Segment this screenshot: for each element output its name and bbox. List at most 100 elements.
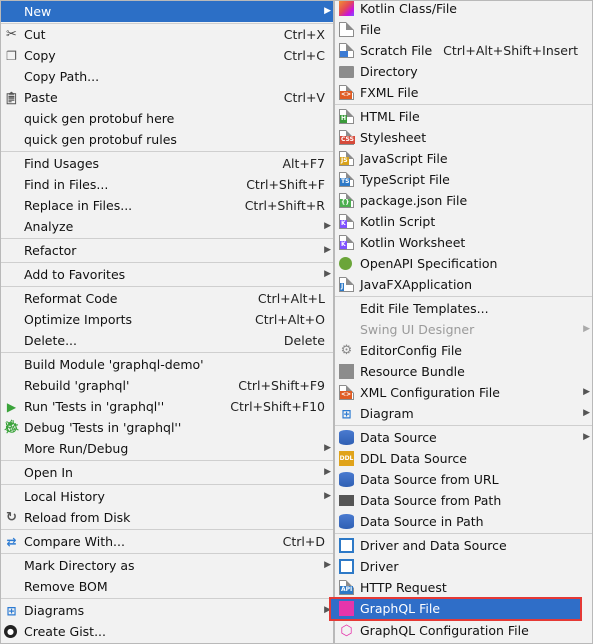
menu-item-rebuild[interactable]: Rebuild 'graphql' Ctrl+Shift+F9 bbox=[1, 375, 333, 396]
menu-item-quick-gen-protobuf-rules[interactable]: quick gen protobuf rules bbox=[1, 129, 333, 150]
menu-item-compare-with[interactable]: ⇄ Compare With... Ctrl+D bbox=[1, 531, 333, 552]
database-icon bbox=[339, 430, 354, 445]
menu-item-swing-ui-designer[interactable]: Swing UI Designer ▶ bbox=[335, 319, 592, 340]
menu-item-driver-and-data-source[interactable]: Driver and Data Source bbox=[335, 535, 592, 556]
menu-item-ddl-data-source[interactable]: DDL DDL Data Source bbox=[335, 448, 592, 469]
menu-item-label: Data Source in Path bbox=[360, 514, 484, 529]
menu-item-data-source[interactable]: Data Source ▶ bbox=[335, 427, 592, 448]
menu-item-diagram[interactable]: ⊞ Diagram ▶ bbox=[335, 403, 592, 424]
menu-item-add-to-favorites[interactable]: Add to Favorites ▶ bbox=[1, 264, 333, 285]
menu-item-new[interactable]: New ▶ bbox=[1, 1, 333, 22]
menu-item-javafx-application[interactable]: J JavaFXApplication bbox=[335, 274, 592, 295]
menu-item-xml-configuration-file[interactable]: <> XML Configuration File ▶ bbox=[335, 382, 592, 403]
html-file-icon: H bbox=[339, 109, 354, 124]
menu-item-data-source-in-path[interactable]: Data Source in Path bbox=[335, 511, 592, 532]
menu-item-label: Run 'Tests in 'graphql'' bbox=[24, 399, 165, 414]
ddl-icon: DDL bbox=[339, 451, 354, 466]
menu-item-copy[interactable]: ❐ Copy Ctrl+C bbox=[1, 45, 333, 66]
menu-item-find-in-files[interactable]: Find in Files... Ctrl+Shift+F bbox=[1, 174, 333, 195]
menu-item-data-source-from-path[interactable]: Data Source from Path bbox=[335, 490, 592, 511]
shortcut-label: Ctrl+Alt+O bbox=[255, 312, 325, 327]
menu-item-file[interactable]: File bbox=[335, 19, 592, 40]
menu-item-paste[interactable]: 📋︎ Paste Ctrl+V bbox=[1, 87, 333, 108]
menu-item-label: Find in Files... bbox=[24, 177, 109, 192]
file-icon bbox=[339, 22, 354, 37]
menu-item-fxml-file[interactable]: <> FXML File bbox=[335, 82, 592, 103]
menu-separator bbox=[1, 238, 333, 239]
menu-item-resource-bundle[interactable]: Resource Bundle bbox=[335, 361, 592, 382]
menu-item-analyze[interactable]: Analyze ▶ bbox=[1, 216, 333, 237]
menu-item-directory[interactable]: Directory bbox=[335, 61, 592, 82]
menu-item-mark-directory-as[interactable]: Mark Directory as ▶ bbox=[1, 555, 333, 576]
submenu-arrow-icon: ▶ bbox=[324, 560, 331, 570]
menu-item-label: Open In bbox=[24, 465, 73, 480]
menu-item-scratch-file[interactable]: Scratch File Ctrl+Alt+Shift+Insert bbox=[335, 40, 592, 61]
menu-item-kotlin-script[interactable]: K Kotlin Script bbox=[335, 211, 592, 232]
menu-item-label: Cut bbox=[24, 27, 46, 42]
menu-item-label: XML Configuration File bbox=[360, 385, 500, 400]
submenu-arrow-icon: ▶ bbox=[583, 432, 590, 442]
menu-item-openapi-specification[interactable]: OpenAPI Specification bbox=[335, 253, 592, 274]
menu-item-build-module[interactable]: Build Module 'graphql-demo' bbox=[1, 354, 333, 375]
menu-item-label: Compare With... bbox=[24, 534, 125, 549]
menu-separator bbox=[1, 286, 333, 287]
menu-item-editorconfig-file[interactable]: ⚙ EditorConfig File bbox=[335, 340, 592, 361]
menu-item-find-usages[interactable]: Find Usages Alt+F7 bbox=[1, 153, 333, 174]
menu-item-html-file[interactable]: H HTML File bbox=[335, 106, 592, 127]
menu-item-label: TypeScript File bbox=[360, 172, 450, 187]
run-icon: ▶ bbox=[6, 399, 17, 414]
menu-item-data-source-from-url[interactable]: Data Source from URL bbox=[335, 469, 592, 490]
menu-separator bbox=[1, 460, 333, 461]
graphql-config-icon: ⬡ bbox=[340, 622, 353, 639]
menu-item-package-json-file[interactable]: {} package.json File bbox=[335, 190, 592, 211]
menu-item-reformat-code[interactable]: Reformat Code Ctrl+Alt+L bbox=[1, 288, 333, 309]
menu-item-label: Diagram bbox=[360, 406, 414, 421]
reload-icon: ↻ bbox=[6, 510, 17, 525]
scratch-file-icon bbox=[339, 43, 354, 58]
menu-item-label: JavaScript File bbox=[360, 151, 448, 166]
menu-item-label: HTTP Request bbox=[360, 580, 447, 595]
menu-item-label: Kotlin Worksheet bbox=[360, 235, 466, 250]
menu-item-label: Rebuild 'graphql' bbox=[24, 378, 130, 393]
menu-item-replace-in-files[interactable]: Replace in Files... Ctrl+Shift+R bbox=[1, 195, 333, 216]
menu-item-stylesheet[interactable]: CSS Stylesheet bbox=[335, 127, 592, 148]
menu-item-delete[interactable]: Delete... Delete bbox=[1, 330, 333, 351]
menu-item-debug-tests[interactable]: 🐞︎ Debug 'Tests in 'graphql'' bbox=[1, 417, 333, 438]
menu-item-refactor[interactable]: Refactor ▶ bbox=[1, 240, 333, 261]
menu-item-optimize-imports[interactable]: Optimize Imports Ctrl+Alt+O bbox=[1, 309, 333, 330]
menu-item-graphql-file[interactable]: GraphQL File bbox=[329, 597, 582, 621]
menu-item-driver[interactable]: Driver bbox=[335, 556, 592, 577]
shortcut-label: Delete bbox=[283, 333, 325, 348]
menu-item-reload-from-disk[interactable]: ↻ Reload from Disk bbox=[1, 507, 333, 528]
menu-item-kotlin-class-file[interactable]: Kotlin Class/File bbox=[335, 0, 592, 19]
menu-item-label: quick gen protobuf here bbox=[24, 111, 175, 126]
menu-item-open-in[interactable]: Open In ▶ bbox=[1, 462, 333, 483]
menu-item-javascript-file[interactable]: JS JavaScript File bbox=[335, 148, 592, 169]
menu-item-create-gist[interactable]: ● Create Gist... bbox=[1, 621, 333, 642]
menu-item-diagrams[interactable]: ⊞ Diagrams ▶ bbox=[1, 600, 333, 621]
menu-item-local-history[interactable]: Local History ▶ bbox=[1, 486, 333, 507]
menu-item-graphql-configuration-file[interactable]: ⬡ GraphQL Configuration File bbox=[335, 620, 592, 641]
menu-item-more-run-debug[interactable]: More Run/Debug ▶ bbox=[1, 438, 333, 459]
openapi-icon bbox=[339, 257, 352, 270]
menu-item-label: Kotlin Script bbox=[360, 214, 436, 229]
menu-item-quick-gen-protobuf-here[interactable]: quick gen protobuf here bbox=[1, 108, 333, 129]
database-url-icon bbox=[339, 472, 354, 487]
diagram-icon: ⊞ bbox=[6, 603, 17, 618]
menu-item-http-request[interactable]: API HTTP Request bbox=[335, 577, 592, 598]
menu-item-label: Kotlin Class/File bbox=[360, 1, 457, 16]
menu-item-label: DDL Data Source bbox=[360, 451, 467, 466]
menu-item-remove-bom[interactable]: Remove BOM bbox=[1, 576, 333, 597]
menu-item-copy-path[interactable]: Copy Path... bbox=[1, 66, 333, 87]
menu-item-edit-file-templates[interactable]: Edit File Templates... bbox=[335, 298, 592, 319]
github-icon: ● bbox=[4, 625, 17, 638]
menu-separator bbox=[1, 151, 333, 152]
menu-item-typescript-file[interactable]: TS TypeScript File bbox=[335, 169, 592, 190]
graphql-file-icon bbox=[339, 601, 354, 616]
menu-item-label: quick gen protobuf rules bbox=[24, 132, 177, 147]
menu-item-cut[interactable]: ✂ Cut Ctrl+X bbox=[1, 24, 333, 45]
menu-item-kotlin-worksheet[interactable]: K Kotlin Worksheet bbox=[335, 232, 592, 253]
menu-item-label: HTML File bbox=[360, 109, 420, 124]
api-icon: API bbox=[339, 580, 354, 595]
menu-item-run-tests[interactable]: ▶ Run 'Tests in 'graphql'' Ctrl+Shift+F1… bbox=[1, 396, 333, 417]
